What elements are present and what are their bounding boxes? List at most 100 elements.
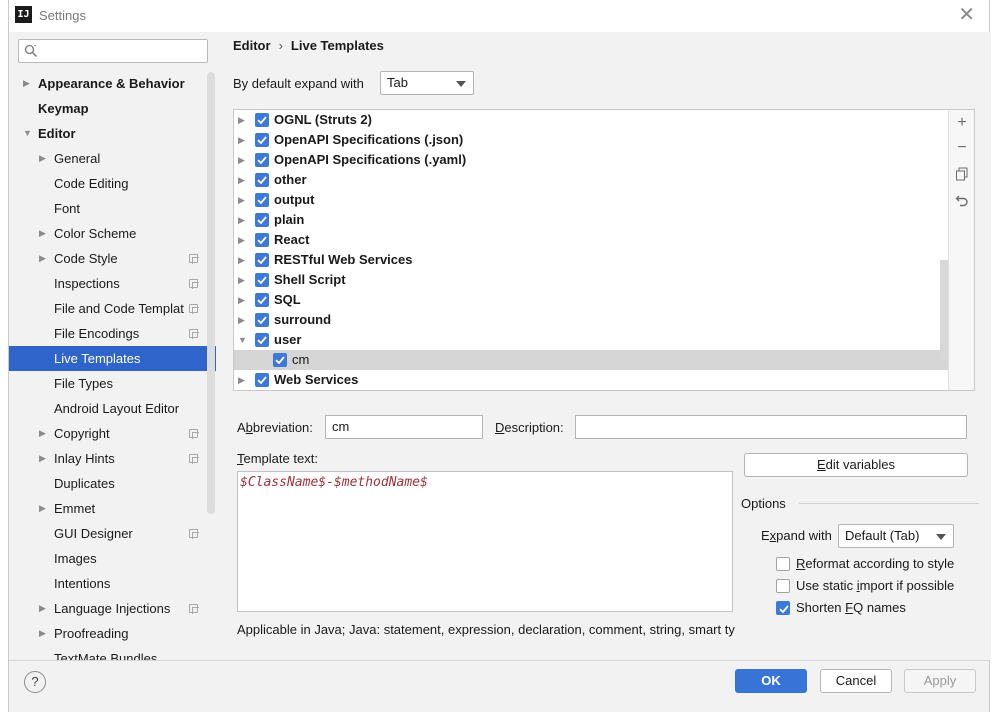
template-group-row[interactable]: ▶ Shell Script	[234, 270, 974, 290]
chevron-right-icon[interactable]: ▶	[238, 130, 245, 150]
close-icon[interactable]: ✕	[958, 4, 975, 26]
project-settings-icon	[189, 254, 199, 264]
project-settings-icon	[189, 429, 199, 439]
sidebar-item[interactable]: File Types	[9, 371, 216, 396]
chevron-right-icon[interactable]: ▶	[39, 496, 46, 521]
template-group-row[interactable]: ▶ surround	[234, 310, 974, 330]
template-group-checkbox[interactable]	[255, 253, 269, 267]
remove-icon[interactable]: −	[955, 140, 969, 156]
chevron-right-icon[interactable]: ▶	[39, 221, 46, 246]
template-group-checkbox[interactable]	[255, 173, 269, 187]
chevron-down-icon[interactable]: ▼	[23, 121, 32, 146]
sidebar-item[interactable]: ▶ Copyright	[9, 421, 216, 446]
chevron-right-icon[interactable]: ▶	[39, 596, 46, 621]
option-checkbox[interactable]	[776, 579, 790, 593]
sidebar-item[interactable]: ▶ General	[9, 146, 216, 171]
chevron-right-icon[interactable]: ▶	[39, 621, 46, 646]
template-group-row[interactable]: ▶ OGNL (Struts 2)	[234, 110, 974, 130]
chevron-right-icon[interactable]: ▶	[238, 210, 245, 230]
chevron-right-icon[interactable]: ▶	[238, 150, 245, 170]
copy-icon[interactable]	[955, 167, 969, 181]
chevron-right-icon[interactable]: ▶	[39, 421, 46, 446]
breadcrumb-parent[interactable]: Editor	[233, 38, 271, 53]
template-group-row[interactable]: ▶ output	[234, 190, 974, 210]
expand-with-select[interactable]: Default (Tab)	[838, 524, 954, 548]
sidebar-item[interactable]: TextMate Bundles	[9, 646, 216, 660]
chevron-right-icon[interactable]: ▶	[39, 446, 46, 471]
chevron-right-icon[interactable]: ▶	[238, 310, 245, 330]
template-group-checkbox[interactable]	[255, 273, 269, 287]
template-group-checkbox[interactable]	[255, 333, 269, 347]
sidebar-item[interactable]: ▶ Inlay Hints	[9, 446, 216, 471]
sidebar-item[interactable]: Duplicates	[9, 471, 216, 496]
chevron-right-icon[interactable]: ▶	[238, 290, 245, 310]
chevron-down-icon[interactable]: ▼	[238, 330, 247, 350]
dialog-footer: ? OK Cancel Apply	[9, 660, 989, 712]
template-group-row[interactable]: ▶ Web Services	[234, 370, 974, 390]
template-group-checkbox[interactable]	[255, 293, 269, 307]
sidebar-item[interactable]: File Encodings	[9, 321, 216, 346]
ok-button[interactable]: OK	[735, 669, 807, 693]
sidebar-item[interactable]: Keymap	[9, 96, 216, 121]
sidebar-item[interactable]: Android Layout Editor	[9, 396, 216, 421]
template-group-row[interactable]: ▼ user	[234, 330, 974, 350]
template-group-checkbox[interactable]	[255, 313, 269, 327]
chevron-right-icon[interactable]: ▶	[238, 270, 245, 290]
description-field[interactable]	[575, 415, 967, 439]
chevron-right-icon[interactable]: ▶	[23, 71, 30, 96]
template-group-checkbox[interactable]	[255, 133, 269, 147]
chevron-right-icon[interactable]: ▶	[238, 370, 245, 390]
sidebar-item[interactable]: Images	[9, 546, 216, 571]
apply-button[interactable]: Apply	[904, 669, 976, 693]
chevron-right-icon[interactable]: ▶	[39, 246, 46, 271]
applicable-contexts-text[interactable]: Applicable in Java; Java: statement, exp…	[237, 622, 735, 637]
template-group-checkbox[interactable]	[255, 373, 269, 387]
sidebar-item[interactable]: File and Code Templat	[9, 296, 216, 321]
help-icon[interactable]: ?	[24, 671, 46, 693]
template-group-checkbox[interactable]	[255, 153, 269, 167]
template-group-checkbox[interactable]	[255, 193, 269, 207]
sidebar-item[interactable]: ▼ Editor	[9, 121, 216, 146]
template-group-checkbox[interactable]	[255, 113, 269, 127]
sidebar-item[interactable]: GUI Designer	[9, 521, 216, 546]
abbreviation-field[interactable]: cm	[325, 415, 483, 439]
chevron-right-icon[interactable]: ▶	[238, 170, 245, 190]
template-group-row[interactable]: ▶ React	[234, 230, 974, 250]
template-group-row[interactable]: ▶ SQL	[234, 290, 974, 310]
template-group-row[interactable]: ▶ OpenAPI Specifications (.yaml)	[234, 150, 974, 170]
sidebar-item[interactable]: Live Templates	[9, 346, 216, 371]
template-group-row[interactable]: ▶ plain	[234, 210, 974, 230]
option-checkbox[interactable]	[776, 557, 790, 571]
chevron-right-icon[interactable]: ▶	[238, 250, 245, 270]
sidebar-item[interactable]: ▶ Color Scheme	[9, 221, 216, 246]
sidebar-item[interactable]: ▶ Language Injections	[9, 596, 216, 621]
template-row[interactable]: cm	[234, 350, 974, 370]
sidebar-item[interactable]: Font	[9, 196, 216, 221]
chevron-right-icon[interactable]: ▶	[238, 190, 245, 210]
chevron-right-icon[interactable]: ▶	[238, 230, 245, 250]
sidebar-item[interactable]: Code Editing	[9, 171, 216, 196]
expand-default-select[interactable]: Tab	[380, 71, 474, 95]
chevron-right-icon[interactable]: ▶	[238, 110, 245, 130]
undo-icon[interactable]	[955, 193, 969, 207]
sidebar-scrollbar[interactable]	[207, 72, 215, 514]
chevron-right-icon[interactable]: ▶	[39, 146, 46, 171]
template-group-checkbox[interactable]	[255, 233, 269, 247]
sidebar-item[interactable]: ▶ Appearance & Behavior	[9, 71, 216, 96]
sidebar-item[interactable]: ▶ Emmet	[9, 496, 216, 521]
cancel-button[interactable]: Cancel	[820, 669, 892, 693]
option-checkbox[interactable]	[776, 601, 790, 615]
template-group-row[interactable]: ▶ other	[234, 170, 974, 190]
template-text-editor[interactable]: $ClassName$-$methodName$	[237, 471, 733, 612]
template-checkbox[interactable]	[273, 353, 287, 367]
sidebar-item[interactable]: Intentions	[9, 571, 216, 596]
sidebar-item[interactable]: Inspections	[9, 271, 216, 296]
edit-variables-button[interactable]: Edit variables	[744, 453, 968, 477]
template-group-row[interactable]: ▶ OpenAPI Specifications (.json)	[234, 130, 974, 150]
template-group-row[interactable]: ▶ RESTful Web Services	[234, 250, 974, 270]
sidebar-item[interactable]: ▶ Code Style	[9, 246, 216, 271]
sidebar-item[interactable]: ▶ Proofreading	[9, 621, 216, 646]
add-icon[interactable]: +	[955, 115, 969, 131]
template-group-checkbox[interactable]	[255, 213, 269, 227]
search-input[interactable]	[18, 39, 208, 63]
